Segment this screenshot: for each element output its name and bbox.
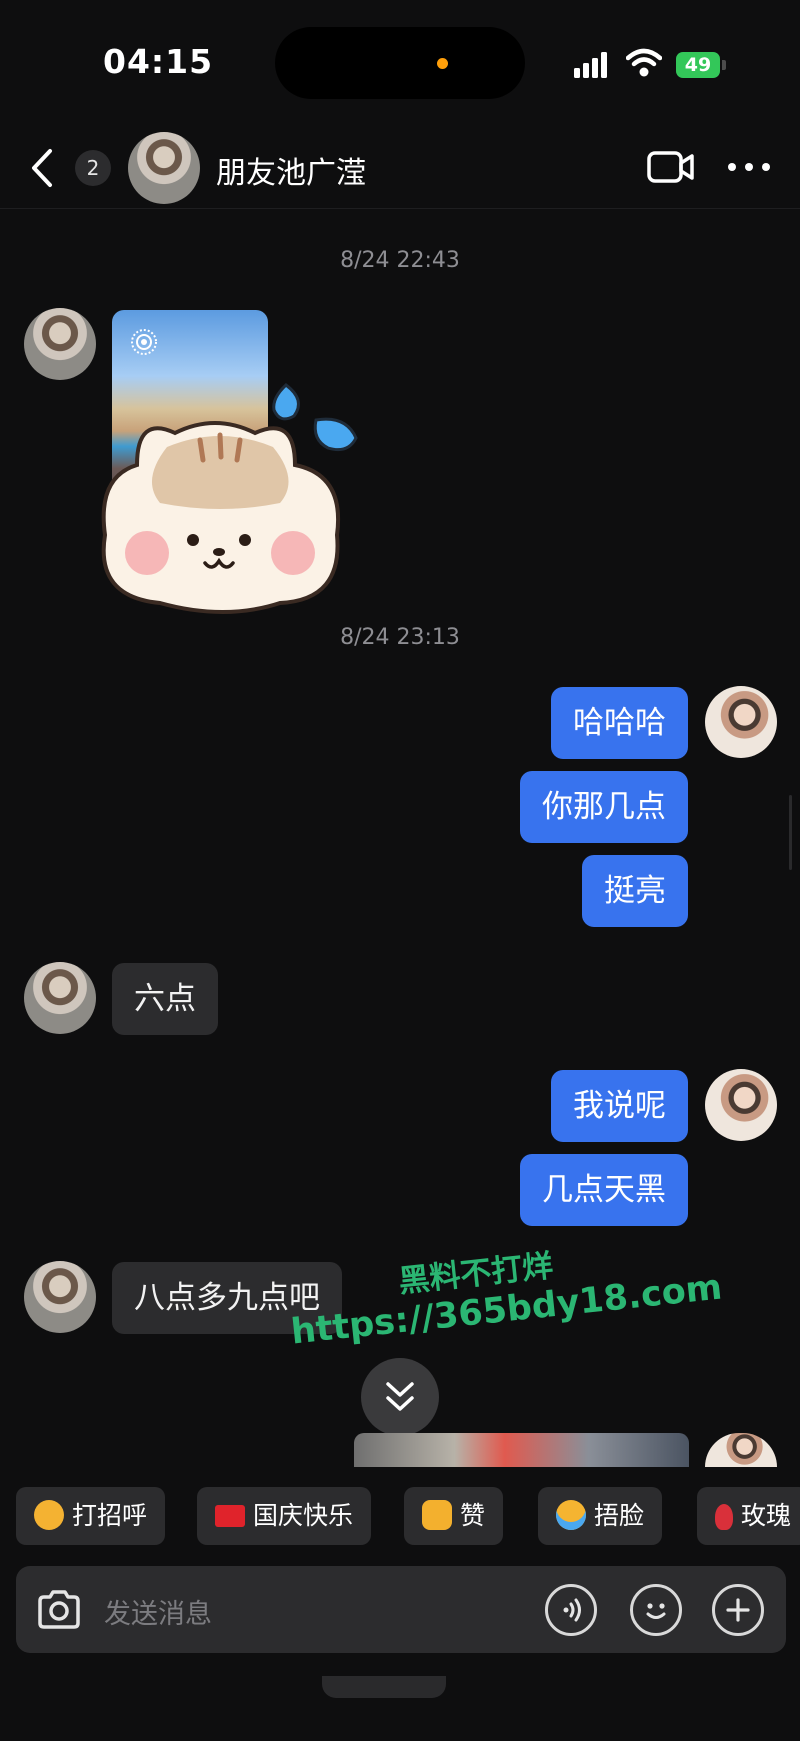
quick-reply-label: 赞 bbox=[460, 1501, 486, 1530]
status-time: 04:15 bbox=[103, 42, 214, 81]
contact-name[interactable]: 朋友池广滢 bbox=[216, 148, 366, 192]
video-call-icon[interactable] bbox=[647, 147, 695, 187]
flag-icon bbox=[215, 1505, 245, 1527]
outgoing-message[interactable]: 我说呢 bbox=[551, 1070, 688, 1142]
battery-tip bbox=[722, 60, 726, 70]
more-options-icon[interactable] bbox=[726, 160, 772, 174]
home-indicator bbox=[322, 1676, 446, 1698]
double-chevron-down-icon bbox=[386, 1382, 414, 1411]
live-photo-icon bbox=[131, 329, 157, 355]
my-avatar[interactable] bbox=[705, 1433, 777, 1467]
emoji-button[interactable] bbox=[630, 1584, 682, 1636]
my-avatar[interactable] bbox=[705, 686, 777, 758]
outgoing-message[interactable]: 几点天黑 bbox=[520, 1154, 688, 1226]
emoji-face-icon bbox=[646, 1603, 666, 1619]
cellular-signal-icon bbox=[574, 52, 607, 78]
outgoing-message[interactable]: 哈哈哈 bbox=[551, 687, 688, 759]
quick-reply-chip[interactable]: 赞 bbox=[404, 1487, 504, 1545]
quick-reply-label: 捂脸 bbox=[594, 1501, 645, 1530]
outgoing-message[interactable]: 挺亮 bbox=[582, 855, 688, 927]
thumbs-up-icon bbox=[422, 1500, 452, 1530]
unread-count-badge[interactable]: 2 bbox=[75, 150, 111, 186]
contact-avatar[interactable] bbox=[128, 132, 200, 204]
incoming-message[interactable]: 六点 bbox=[112, 963, 218, 1035]
voice-input-button[interactable] bbox=[545, 1584, 597, 1636]
privacy-indicator-dot bbox=[437, 58, 448, 69]
message-input[interactable]: 发送消息 bbox=[104, 1592, 212, 1631]
my-avatar[interactable] bbox=[705, 1069, 777, 1141]
plus-icon bbox=[726, 1598, 750, 1622]
voice-icon bbox=[563, 1598, 581, 1622]
camera-icon[interactable] bbox=[34, 1585, 84, 1635]
scroll-to-bottom-button[interactable] bbox=[361, 1358, 439, 1436]
timestamp: 8/24 22:43 bbox=[340, 248, 460, 273]
sender-avatar[interactable] bbox=[24, 308, 96, 380]
quick-reply-chip[interactable]: 捂脸 bbox=[538, 1487, 663, 1545]
scroll-edge-indicator bbox=[789, 795, 792, 870]
quick-reply-label: 玫瑰 bbox=[741, 1501, 792, 1530]
facepalm-emoji-icon bbox=[556, 1500, 586, 1530]
sender-avatar[interactable] bbox=[24, 1261, 96, 1333]
header-divider bbox=[0, 208, 800, 209]
battery-indicator: 49 bbox=[676, 52, 726, 78]
rose-icon bbox=[715, 1504, 733, 1530]
quick-reply-chip[interactable]: 打招呼 bbox=[16, 1487, 166, 1545]
outgoing-message[interactable]: 你那几点 bbox=[520, 771, 688, 843]
dynamic-island bbox=[275, 27, 525, 99]
smile-emoji-icon bbox=[34, 1500, 64, 1530]
sweat-drops-icon bbox=[272, 383, 358, 452]
sender-avatar[interactable] bbox=[24, 962, 96, 1034]
more-actions-button[interactable] bbox=[712, 1584, 764, 1636]
quick-reply-label: 打招呼 bbox=[72, 1501, 148, 1530]
quick-reply-chip[interactable]: 玫瑰 bbox=[697, 1487, 800, 1545]
timestamp: 8/24 23:13 bbox=[340, 625, 460, 650]
quick-reply-label: 国庆快乐 bbox=[253, 1501, 354, 1530]
shared-image-partial[interactable] bbox=[354, 1433, 689, 1467]
battery-level: 49 bbox=[676, 52, 720, 78]
back-icon[interactable] bbox=[28, 147, 56, 189]
quick-reply-chip[interactable]: 国庆快乐 bbox=[197, 1487, 372, 1545]
wifi-icon bbox=[626, 48, 662, 77]
